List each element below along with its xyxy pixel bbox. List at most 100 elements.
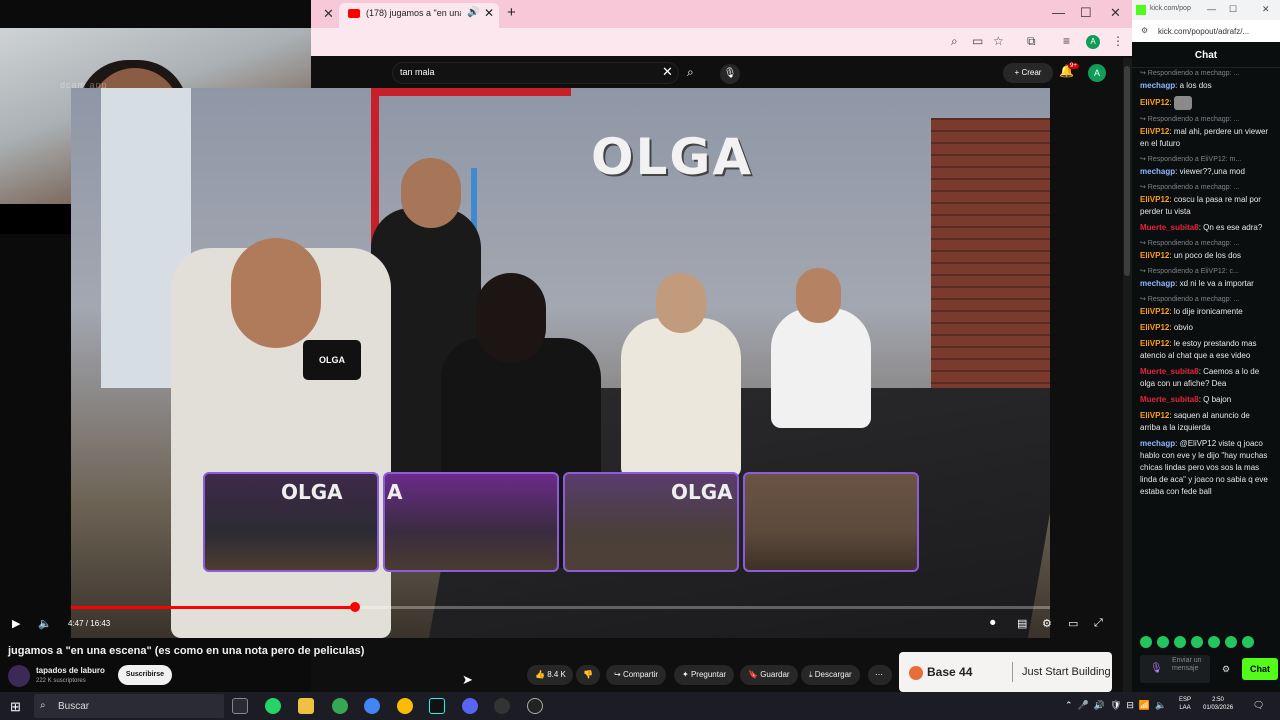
chat-message[interactable]: ↪ Respondiendo a mechagp: ... EliVP12: ma… [1140, 114, 1270, 150]
extensions-icon[interactable]: ⧉ [1027, 34, 1036, 49]
emote-icon[interactable] [1191, 636, 1203, 648]
chat-message[interactable]: Muerte_subita8: Qn es ese adra? [1140, 222, 1270, 234]
kick-close-button[interactable]: ✕ [1262, 4, 1270, 15]
youtube-avatar[interactable]: A [1088, 64, 1106, 82]
chat-message[interactable]: ↪ Respondiendo a mechagp: ... EliVP12: un… [1140, 238, 1270, 262]
emote-icon[interactable] [1174, 636, 1186, 648]
chat-username[interactable]: EliVP12 [1140, 251, 1169, 260]
chat-message[interactable]: Muerte_subita8: Caemos a lo de olga con … [1140, 366, 1270, 390]
star-icon[interactable]: ☆ [993, 34, 1004, 48]
channel-avatar[interactable] [8, 665, 30, 687]
theater-icon[interactable]: ▭ [1068, 617, 1078, 630]
chat-message[interactable]: ↪ Respondiendo a mechagp: ... mechagp: a … [1140, 68, 1270, 92]
plus-icon[interactable]: + [507, 4, 516, 21]
chat-message[interactable]: ↪ Respondiendo a EliVP12: m... mechagp: v… [1140, 154, 1270, 178]
play-icon[interactable]: ▶ [12, 617, 20, 630]
clock[interactable]: 2:50 01/03/2026 [1203, 696, 1233, 712]
window-close-button[interactable]: ✕ [1110, 5, 1121, 21]
minimize-button[interactable]: — [1052, 5, 1065, 20]
emote-icon[interactable] [1140, 636, 1152, 648]
chat-username[interactable]: EliVP12 [1140, 411, 1169, 420]
file-explorer-icon[interactable] [298, 698, 314, 714]
system-tray-icons[interactable]: ⌃🎤🔊🛡⊟📶🔈 [1065, 700, 1171, 711]
chat-settings-icon[interactable]: ⚙ [1222, 664, 1230, 675]
chat-username[interactable]: mechagp [1140, 81, 1175, 90]
emote-icon[interactable] [1157, 636, 1169, 648]
notifications-icon[interactable]: 🗨 [1253, 700, 1264, 711]
bookmark-icon: 🔖 [748, 670, 758, 679]
chat-username[interactable]: Muerte_subita8 [1140, 223, 1199, 232]
chat-message-list[interactable]: ↪ Respondiendo a mechagp: ... mechagp: a … [1140, 68, 1270, 628]
site-info-icon[interactable]: ⚙ [1141, 26, 1148, 35]
kick-maximize-button[interactable]: ☐ [1229, 4, 1237, 15]
chrome-icon[interactable] [332, 698, 348, 714]
chat-message[interactable]: ↪ Respondiendo a EliVP12: c... mechagp: x… [1140, 266, 1270, 290]
more-button[interactable]: ⋯ [868, 665, 892, 685]
cast-icon[interactable]: ▭ [972, 34, 983, 48]
chat-message[interactable]: Muerte_subita8: Q bajon [1140, 394, 1270, 406]
chat-message[interactable]: EliVP12: le estoy prestando mas atencio … [1140, 338, 1270, 362]
kick-minimize-button[interactable]: — [1207, 4, 1216, 14]
app-icon[interactable] [527, 698, 543, 714]
chat-send-button[interactable]: Chat [1242, 658, 1278, 680]
download-button[interactable]: ⤓ Descargar [801, 665, 860, 685]
maximize-button[interactable]: ☐ [1080, 5, 1092, 21]
channel-name[interactable]: tapados de laburo [36, 666, 105, 675]
chat-username[interactable]: EliVP12 [1140, 323, 1169, 332]
mic-icon[interactable]: 🎙 [1150, 663, 1163, 674]
search-icon[interactable]: ⌕ [687, 65, 694, 80]
subtitles-icon[interactable]: ▤ [1017, 617, 1027, 630]
subscribe-button[interactable]: Suscribirse [118, 665, 172, 685]
mic-icon[interactable]: 🎙 [720, 64, 740, 84]
chat-message[interactable]: mechagp: @EliVP12 viste q joaco hablo co… [1140, 438, 1270, 498]
scrollbar-thumb[interactable] [1124, 66, 1130, 276]
chat-message[interactable]: ↪ Respondiendo a mechagp: ... EliVP12: lo… [1140, 294, 1270, 318]
language-indicator[interactable]: ESP LAA [1179, 696, 1191, 712]
chat-message[interactable]: ↪ Respondiendo a mechagp: ... EliVP12: co… [1140, 182, 1270, 218]
fullscreen-icon[interactable]: ⤢ [1094, 617, 1103, 630]
create-button[interactable]: + Crear [1003, 63, 1053, 83]
chat-message[interactable]: EliVP12: obvio [1140, 322, 1270, 334]
settings-icon[interactable]: ⚙ [1042, 617, 1052, 630]
volume-icon[interactable]: 🔈 [38, 617, 52, 630]
chat-username[interactable]: EliVP12 [1140, 127, 1169, 136]
media-icon[interactable]: ≡ [1063, 34, 1070, 48]
discord-icon[interactable] [462, 698, 478, 714]
clear-icon[interactable]: ✕ [662, 64, 673, 80]
like-button[interactable]: 👍 8.4 K [527, 665, 573, 685]
speaker-icon[interactable]: 🔊 [467, 7, 479, 18]
search-input[interactable] [392, 62, 679, 84]
obs-icon[interactable] [494, 698, 510, 714]
tiktok-icon[interactable] [429, 698, 445, 714]
autoplay-toggle[interactable]: ⏺ [990, 617, 996, 630]
emote-icon[interactable] [1208, 636, 1220, 648]
progress-knob[interactable] [349, 602, 360, 612]
menu-icon[interactable]: ⋮ [1112, 34, 1124, 48]
chat-username[interactable]: Muerte_subita8 [1140, 395, 1199, 404]
chat-username[interactable]: mechagp [1140, 167, 1175, 176]
whatsapp-icon[interactable] [265, 698, 281, 714]
chat-username[interactable]: EliVP12 [1140, 98, 1169, 107]
chat-username[interactable]: mechagp [1140, 279, 1175, 288]
task-view-icon[interactable] [232, 698, 248, 714]
chat-username[interactable]: mechagp [1140, 439, 1175, 448]
chat-message[interactable]: EliVP12: [1140, 96, 1270, 110]
chat-message[interactable]: EliVP12: saquen al anuncio de arriba a l… [1140, 410, 1270, 434]
zoom-icon[interactable]: ⌕ [951, 34, 958, 49]
dislike-button[interactable]: 👎 [576, 665, 600, 685]
emote-icon[interactable] [1225, 636, 1237, 648]
chrome-icon[interactable] [397, 698, 413, 714]
chat-username[interactable]: EliVP12 [1140, 339, 1169, 348]
ask-button[interactable]: ✦ Preguntar [674, 665, 735, 685]
chat-username[interactable]: EliVP12 [1140, 195, 1169, 204]
chat-username[interactable]: Muerte_subita8 [1140, 367, 1199, 376]
share-button[interactable]: ↪ Compartir [606, 665, 667, 685]
windows-start-icon[interactable]: ⊞ [10, 699, 21, 715]
chat-username[interactable]: EliVP12 [1140, 307, 1169, 316]
emote-icon[interactable] [1242, 636, 1254, 648]
profile-avatar[interactable]: A [1086, 35, 1100, 49]
close-icon[interactable]: ✕ [323, 6, 334, 22]
tab-close-icon[interactable]: ✕ [484, 6, 494, 20]
chrome-icon[interactable] [364, 698, 380, 714]
save-button[interactable]: 🔖 Guardar [740, 665, 798, 685]
